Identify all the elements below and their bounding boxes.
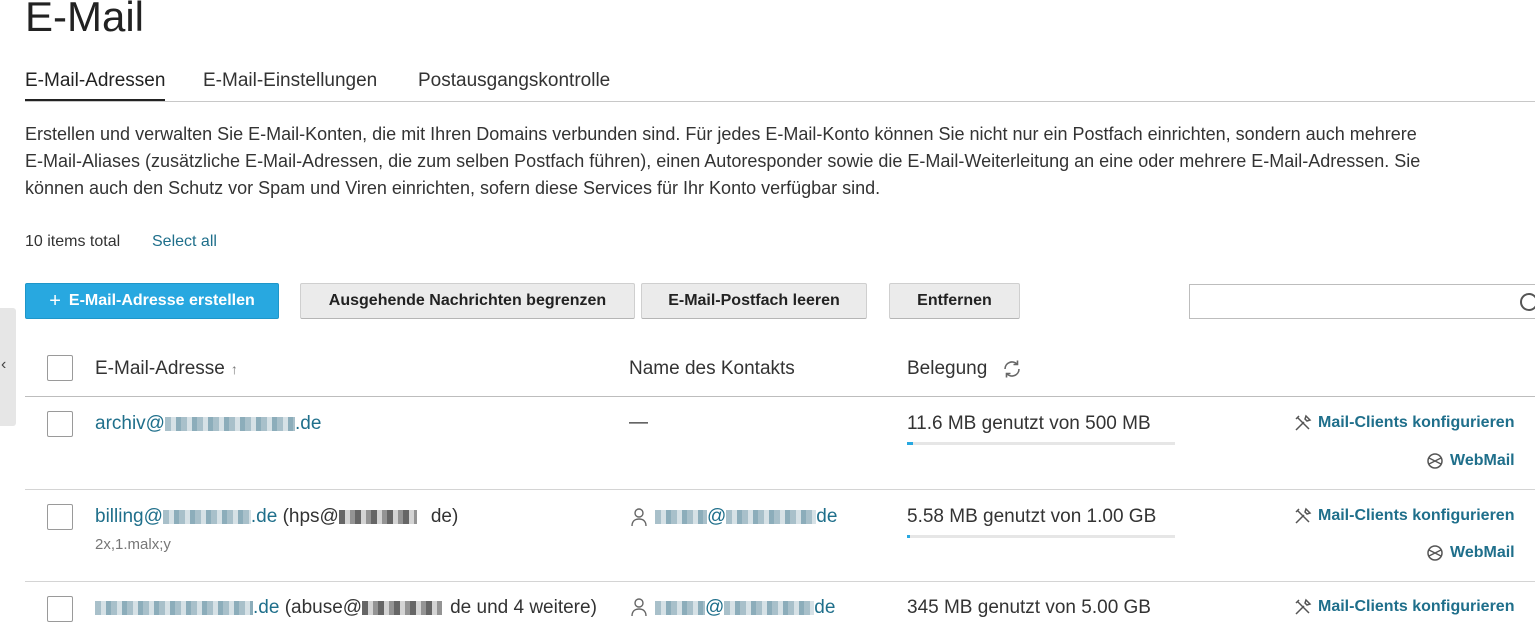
contact-email-link[interactable]: @ de (655, 505, 837, 529)
webmail-link[interactable]: WebMail (1426, 544, 1515, 562)
row-checkbox[interactable] (47, 596, 73, 622)
row-checkbox[interactable] (47, 411, 73, 437)
configure-mail-clients-link[interactable]: Mail-Clients konfigurieren (1294, 598, 1514, 616)
search-icon[interactable] (1520, 293, 1535, 311)
tab-email-addresses[interactable]: E-Mail-Adressen (25, 68, 166, 101)
user-icon (631, 598, 647, 617)
description-line: Erstellen und verwalten Sie E-Mail-Konte… (25, 124, 1417, 144)
usage-bar-fill (907, 442, 914, 445)
contact-email-link[interactable]: @ de (655, 596, 835, 620)
redacted-text (655, 510, 707, 524)
globe-icon (1427, 453, 1443, 469)
row-divider (25, 489, 1535, 490)
chevron-left-icon: ‹ (1, 356, 7, 373)
tab-outgoing-control[interactable]: Postausgangskontrolle (418, 68, 610, 94)
tab-bar: E-Mail-Adressen E-Mail-Einstellungen Pos… (25, 68, 1535, 102)
page-title: E-Mail (25, 0, 145, 40)
usage-text: 345 MB genutzt von 5.00 GB (907, 597, 1151, 618)
email-description: 2x,1.malx;y (95, 536, 171, 553)
redacted-text (162, 510, 251, 524)
configure-mail-clients-link[interactable]: Mail-Clients konfigurieren (1294, 414, 1514, 432)
redacted-text (726, 510, 817, 524)
tools-icon (1295, 414, 1312, 431)
redacted-text (724, 601, 815, 615)
create-email-button[interactable]: + E-Mail-Adresse erstellen (25, 283, 279, 319)
sidebar-collapse-handle[interactable]: ‹ (0, 308, 16, 426)
description-line: E-Mail-Aliases (zusätzliche E-Mail-Adres… (25, 151, 1421, 171)
email-address-link[interactable]: billing@ .de (hps@ de) (95, 505, 458, 529)
column-header-email[interactable]: E-Mail-Adresse ↑ (95, 357, 238, 381)
usage-bar (907, 535, 1175, 538)
redacted-text (164, 417, 295, 431)
column-header-usage: Belegung (907, 358, 988, 379)
globe-icon (1427, 545, 1443, 561)
plus-icon: + (49, 289, 61, 312)
table-header-divider (25, 396, 1535, 397)
row-divider (25, 581, 1535, 582)
description-line: können auch den Schutz vor Spam und Vire… (25, 178, 881, 198)
create-email-label: E-Mail-Adresse erstellen (68, 292, 255, 309)
remove-button[interactable]: Entfernen (889, 283, 1020, 319)
email-address-link[interactable]: .de (abuse@ de und 4 weitere) (95, 596, 597, 620)
redacted-text (655, 601, 705, 615)
refresh-icon[interactable] (1000, 357, 1024, 381)
contact-empty: — (629, 412, 648, 433)
row-checkbox[interactable] (47, 504, 73, 530)
page-description: Erstellen und verwalten Sie E-Mail-Konte… (25, 121, 1535, 202)
webmail-link[interactable]: WebMail (1426, 452, 1515, 470)
email-address-link[interactable]: archiv@ .de (95, 412, 321, 436)
select-all-checkbox[interactable] (47, 355, 73, 381)
redacted-text (338, 510, 417, 524)
column-header-contact: Name des Kontakts (629, 358, 795, 379)
empty-mailbox-button[interactable]: E-Mail-Postfach leeren (641, 283, 867, 319)
column-header-email-label: E-Mail-Adresse (95, 358, 225, 379)
select-all-link[interactable]: Select all (152, 232, 217, 252)
configure-mail-clients-link[interactable]: Mail-Clients konfigurieren (1294, 507, 1514, 525)
limit-outgoing-button[interactable]: Ausgehende Nachrichten begrenzen (300, 283, 635, 319)
items-count: 10 items total (25, 233, 121, 250)
usage-text: 5.58 MB genutzt von 1.00 GB (907, 506, 1157, 527)
tools-icon (1295, 507, 1312, 524)
sort-ascending-icon: ↑ (230, 361, 238, 377)
redacted-text (362, 601, 443, 615)
tools-icon (1295, 598, 1312, 615)
redacted-text (95, 601, 253, 615)
tab-email-settings[interactable]: E-Mail-Einstellungen (203, 68, 377, 94)
usage-bar (907, 442, 1175, 445)
usage-text: 11.6 MB genutzt von 500 MB (907, 413, 1151, 434)
search-input[interactable] (1189, 284, 1535, 319)
usage-bar-fill (907, 535, 910, 538)
user-icon (631, 508, 647, 527)
